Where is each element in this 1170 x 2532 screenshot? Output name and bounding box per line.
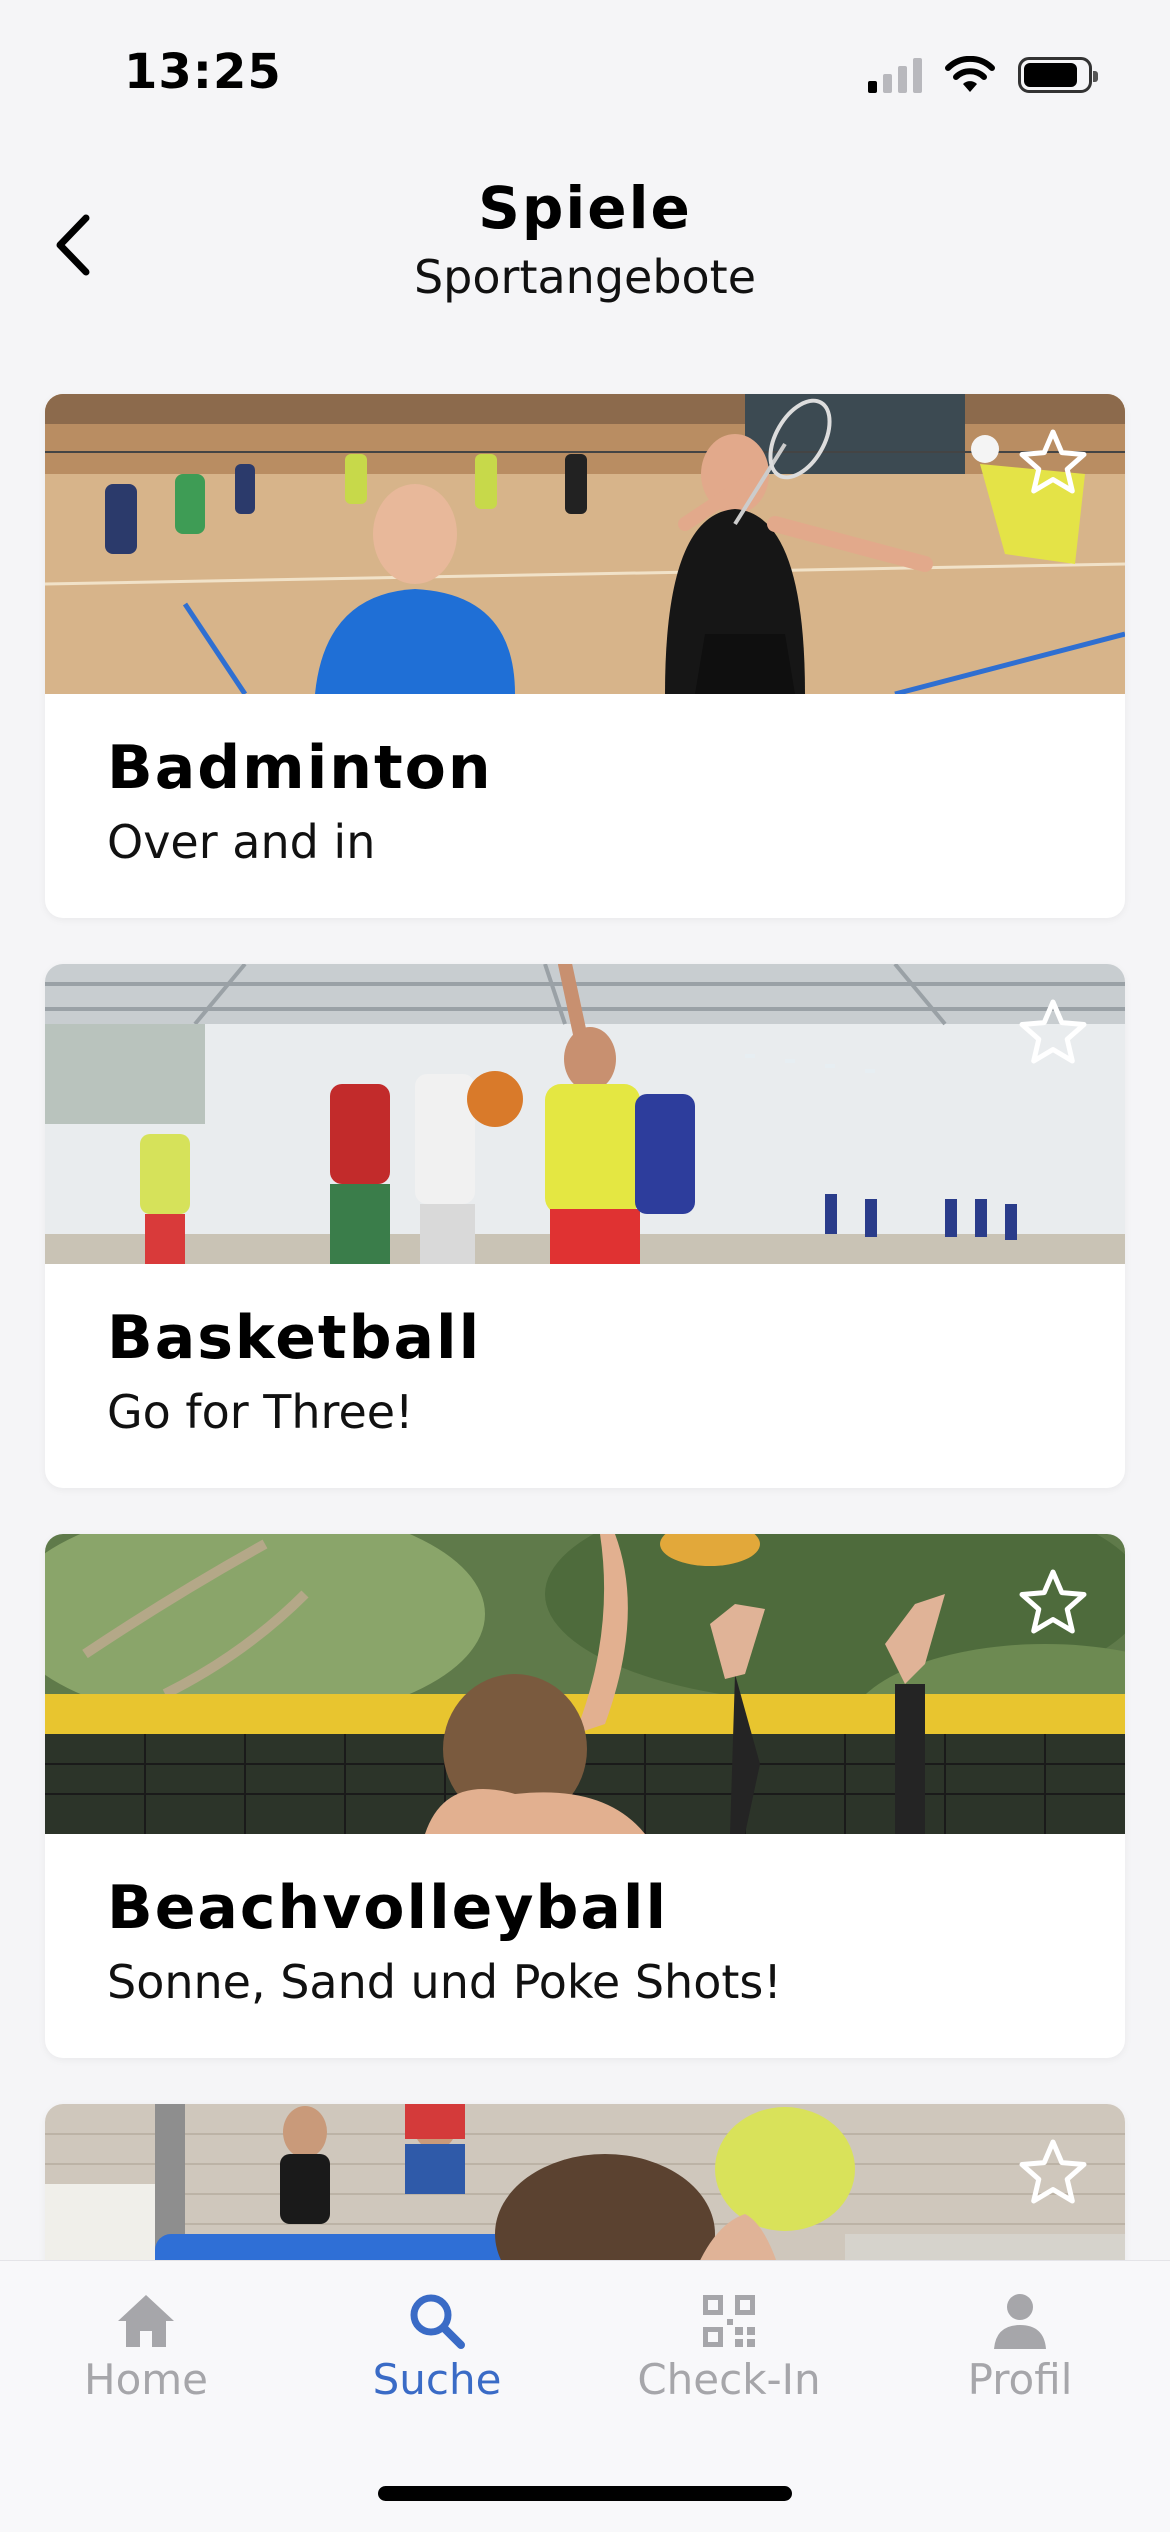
activity-card-basketball[interactable]: Basketball Go for Three! [45,964,1125,1488]
activity-list: Badminton Over and in Basketball Go for … [45,394,1125,2450]
wifi-icon [945,56,995,92]
tab-suche[interactable]: Suche [317,2291,557,2404]
battery-icon [1018,57,1098,93]
card-body: Beachvolleyball Sonne, Sand und Poke Sho… [45,1834,1125,2058]
card-title: Badminton [107,733,493,803]
tab-label: Suche [372,2355,502,2404]
badminton-photo [45,394,1125,694]
tab-label: Profil [967,2355,1073,2404]
card-body: Basketball Go for Three! [45,1264,1125,1488]
page-subtitle: Sportangebote [413,250,756,304]
tab-label: Home [83,2355,209,2404]
beachvolleyball-photo [45,1534,1125,1834]
cellular-signal-icon [868,57,922,93]
star-outline-icon[interactable] [1015,1566,1091,1642]
card-body: Badminton Over and in [45,694,1125,918]
star-outline-icon[interactable] [1015,426,1091,502]
status-icons [868,56,1098,94]
nav-header: Spiele Sportangebote [0,160,1170,320]
home-indicator [378,2486,792,2501]
card-title: Basketball [107,1303,482,1373]
screen: 13:25 Spiele Sportangebote Badminton Ove… [0,0,1170,2532]
status-time: 13:25 [124,44,282,100]
star-outline-icon[interactable] [1015,2136,1091,2212]
card-title: Beachvolleyball [107,1873,669,1943]
star-outline-icon[interactable] [1015,996,1091,1072]
tab-check-in[interactable]: Check-In [609,2291,849,2404]
card-subtitle: Sonne, Sand und Poke Shots! [107,1955,782,2009]
tab-profil[interactable]: Profil [900,2291,1140,2404]
qr-code-icon [703,2295,755,2347]
activity-card-beachvolleyball[interactable]: Beachvolleyball Sonne, Sand und Poke Sho… [45,1534,1125,2058]
person-icon [994,2294,1046,2349]
page-title: Spiele [478,174,692,242]
home-icon [118,2295,174,2347]
activity-card-badminton[interactable]: Badminton Over and in [45,394,1125,918]
search-icon [410,2294,465,2349]
tab-home[interactable]: Home [26,2291,266,2404]
tab-label: Check-In [637,2355,821,2404]
card-subtitle: Over and in [107,815,376,869]
card-subtitle: Go for Three! [107,1385,414,1439]
basketball-photo [45,964,1125,1264]
status-bar: 13:25 [0,0,1170,150]
